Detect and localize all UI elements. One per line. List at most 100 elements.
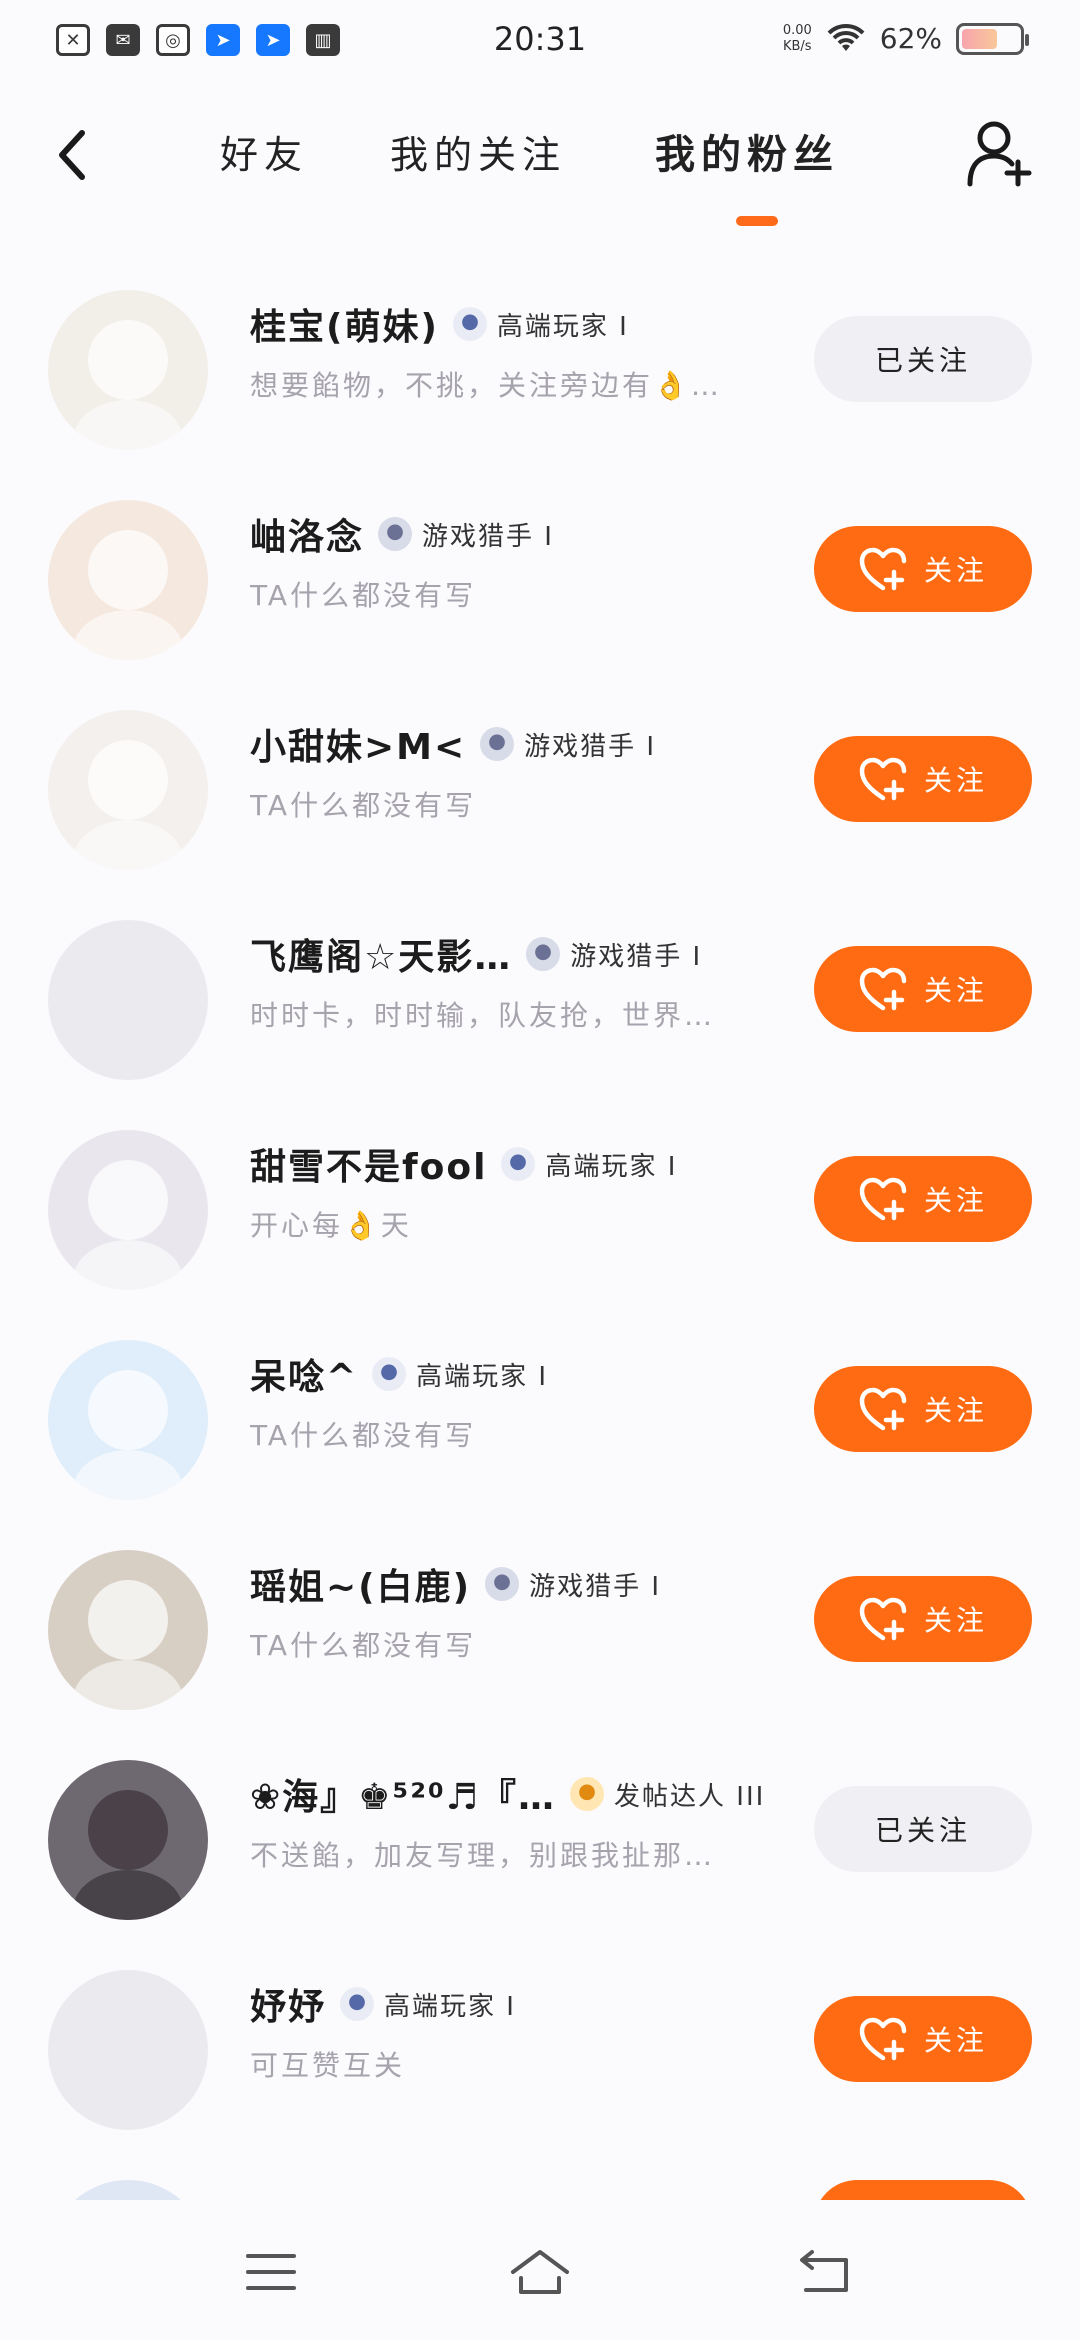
fan-name[interactable]: 妤妤 xyxy=(250,1978,326,2030)
avatar[interactable] xyxy=(48,1760,208,1920)
robot-badge-icon xyxy=(372,1357,407,1391)
fans-page: ✕ ✉ ◎ ➤ ➤ ▥ 20:31 0.00 KB/s 62% 好友 我的关注 … xyxy=(0,0,1080,2340)
hunter-badge-icon xyxy=(480,727,515,761)
button-label: 关注 xyxy=(923,1604,988,1637)
fan-row[interactable]: 小甜妹>M< 游戏猎手 I TA什么都没有写 关注 xyxy=(0,670,1080,880)
robot-badge-icon xyxy=(452,307,487,341)
followed-button[interactable]: 已关注 xyxy=(814,316,1032,402)
followed-button[interactable]: 已关注 xyxy=(814,1786,1032,1872)
fan-signature: TA什么都没有写 xyxy=(250,1629,477,1662)
tab-bar: 好友 我的关注 我的粉丝 xyxy=(220,122,895,188)
avatar[interactable] xyxy=(48,1550,208,1710)
fan-signature: TA什么都没有写 xyxy=(250,789,477,822)
fan-signature: TA什么都没有写 xyxy=(250,579,477,612)
avatar-illustration xyxy=(73,740,183,870)
fan-row[interactable]: 甜雪不是fool 高端玩家 I 开心每👌天 关注 xyxy=(0,1090,1080,1300)
follow-button[interactable]: 关注 xyxy=(814,1576,1032,1662)
follow-button[interactable]: 关注 xyxy=(814,526,1032,612)
active-tab-indicator xyxy=(736,216,778,226)
fan-signature: 不送餡，加友写理，别跟我扯那… xyxy=(250,1839,716,1872)
button-label: 关注 xyxy=(923,554,988,587)
fan-signature: TA什么都没有写 xyxy=(250,1419,477,1452)
badge-label: 高端玩家 I xyxy=(545,1151,678,1182)
back-icon xyxy=(800,2250,848,2292)
tab-fans[interactable]: 我的粉丝 xyxy=(655,122,895,188)
net-speed-value: 0.00 xyxy=(782,22,812,38)
fan-row[interactable]: 妤妤 高端玩家 I 可互赞互关 关注 xyxy=(0,1930,1080,2140)
robot-badge-icon xyxy=(340,1987,375,2021)
follow-button[interactable]: 关注 xyxy=(814,736,1032,822)
avatar-illustration xyxy=(73,1580,183,1710)
name-line: ❀海』♚⁵²⁰♬『… 发帖达人 III xyxy=(250,1768,765,1820)
fan-row[interactable]: 瑶姐~(白鹿) 游戏猎手 I TA什么都没有写 关注 xyxy=(0,1510,1080,1720)
add-friend-button[interactable] xyxy=(966,118,1034,188)
fan-signature: 开心每👌天 xyxy=(250,1209,412,1242)
badge-label: 高端玩家 I xyxy=(384,1991,516,2022)
avatar[interactable] xyxy=(48,1340,208,1500)
add-user-icon xyxy=(967,121,1032,187)
fans-list: 桂宝(萌妹) 高端玩家 I 想要餡物，不挑，关注旁边有👌… 已关注 岫洛念 游戏猎手 IT… xyxy=(0,250,1080,2200)
back-nav-button[interactable] xyxy=(790,2242,860,2302)
avatar[interactable] xyxy=(48,500,208,660)
avatar-illustration xyxy=(73,1160,183,1290)
fan-name[interactable]: 岫洛念 xyxy=(250,508,364,560)
avatar[interactable] xyxy=(48,290,208,450)
battery-fill xyxy=(962,28,997,49)
fan-row[interactable]: 飞鹰阁☆天影… 游戏猎手 I 时时卡，时时输，队友抢，世界… 关注 xyxy=(0,880,1080,1090)
name-line: 瑶姐~(白鹿) 游戏猎手 I xyxy=(250,1558,661,1610)
menu-button[interactable] xyxy=(236,2242,306,2302)
heart-plus-icon xyxy=(859,1177,907,1221)
fan-name[interactable]: 瑶姐~(白鹿) xyxy=(250,1558,471,1610)
badge-label: 游戏猎手 I xyxy=(529,1571,662,1602)
hunter-badge-icon xyxy=(485,1567,520,1601)
avatar[interactable] xyxy=(48,1130,208,1290)
follow-button[interactable]: 关注 xyxy=(814,1156,1032,1242)
fan-name[interactable]: ❀海』♚⁵²⁰♬『… xyxy=(250,1768,556,1820)
network-speed: 0.00 KB/s xyxy=(783,23,812,55)
avatar-illustration xyxy=(73,530,183,660)
badge-label: 游戏猎手 I xyxy=(422,521,554,552)
follow-button[interactable]: 关注 xyxy=(814,946,1032,1032)
fan-row[interactable]: ❀海』♚⁵²⁰♬『… 发帖达人 III 不送餡，加友写理，别跟我扯那… 已关注 xyxy=(0,1720,1080,1930)
button-label: 关注 xyxy=(923,2024,988,2057)
name-line: 飞鹰阁☆天影… 游戏猎手 I xyxy=(250,928,702,980)
button-label: 关注 xyxy=(923,1184,988,1217)
heart-plus-icon xyxy=(859,967,907,1011)
hunter-badge-icon xyxy=(526,937,561,971)
badge-label: 高端玩家 I xyxy=(496,311,629,342)
fan-row[interactable]: 呆唸^ 高端玩家 I TA什么都没有写 关注 xyxy=(0,1300,1080,1510)
home-button[interactable] xyxy=(505,2242,575,2302)
back-button[interactable] xyxy=(44,122,100,188)
avatar-illustration xyxy=(73,1370,183,1500)
avatar-illustration xyxy=(73,1790,183,1920)
button-label: 关注 xyxy=(923,1394,988,1427)
avatar[interactable] xyxy=(48,920,208,1080)
avatar[interactable] xyxy=(48,1970,208,2130)
tab-friends[interactable]: 好友 xyxy=(220,122,390,188)
heart-plus-icon xyxy=(859,757,907,801)
badge-label: 游戏猎手 I xyxy=(524,731,657,762)
fan-name[interactable]: 呆唸^ xyxy=(250,1348,358,1400)
fan-name[interactable]: 桂宝(萌妹) xyxy=(250,298,439,350)
follow-button[interactable]: 关注 xyxy=(814,1366,1032,1452)
avatar[interactable] xyxy=(48,710,208,870)
badge-label: 发帖达人 III xyxy=(614,1781,766,1812)
follow-button[interactable]: 关注 xyxy=(814,1996,1032,2082)
tab-following[interactable]: 我的关注 xyxy=(390,122,655,188)
name-line: 小甜妹>M< 游戏猎手 I xyxy=(250,718,656,770)
badge-label: 高端玩家 I xyxy=(416,1361,549,1392)
robot-badge-icon xyxy=(501,1147,536,1181)
fan-row-partial xyxy=(0,2140,1080,2200)
name-line: 妤妤 高端玩家 I xyxy=(250,1978,516,2030)
name-line: 岫洛念 游戏猎手 I xyxy=(250,508,554,560)
menu-icon xyxy=(246,2254,296,2290)
fan-name[interactable]: 飞鹰阁☆天影… xyxy=(250,928,512,980)
name-line: 呆唸^ 高端玩家 I xyxy=(250,1348,548,1400)
name-line: 甜雪不是fool 高端玩家 I xyxy=(250,1138,677,1190)
fan-row[interactable]: 桂宝(萌妹) 高端玩家 I 想要餡物，不挑，关注旁边有👌… 已关注 xyxy=(0,250,1080,460)
name-line: 桂宝(萌妹) 高端玩家 I xyxy=(250,298,629,350)
fan-name[interactable]: 小甜妹>M< xyxy=(250,718,466,770)
fan-name[interactable]: 甜雪不是fool xyxy=(250,1138,487,1190)
poster-badge-icon xyxy=(570,1777,605,1811)
fan-row[interactable]: 岫洛念 游戏猎手 I TA什么都没有写 关注 xyxy=(0,460,1080,670)
